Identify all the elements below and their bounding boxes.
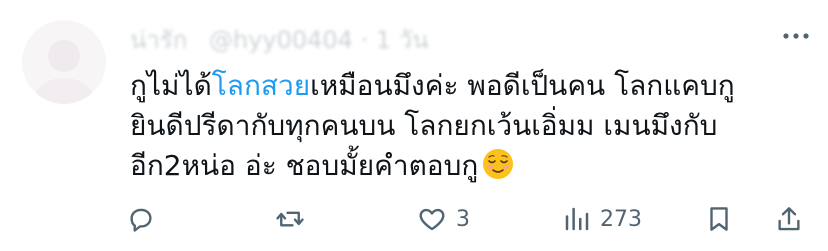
share-icon	[778, 207, 800, 231]
retweet-button[interactable]	[274, 198, 314, 240]
tweet-text-segment: อีก2หน่อ อ่ะ ชอบมั้ยคำตอบกู	[130, 149, 479, 182]
like-button[interactable]: 3	[416, 198, 470, 240]
heart-icon	[419, 208, 445, 231]
tweet-text-segment: กูไม่ได้	[130, 69, 212, 102]
tweet-header: น่ารัก @hyy00404 · 1 วัน	[130, 24, 828, 58]
views-chart-icon	[565, 207, 589, 231]
tweet-text-line-2: ยินดีปรีดากับทุกคนบน โลกยกเว้นเอิ่มม เมน…	[130, 109, 718, 142]
reply-button[interactable]	[126, 198, 164, 240]
like-count: 3	[456, 206, 470, 232]
tweet-time[interactable]: 1 วัน	[376, 26, 429, 54]
tweet-text-link[interactable]: โลกสวย	[212, 69, 310, 102]
tweet-text-line-1: กูไม่ได้โลกสวยเหมือนมึงค่ะ พอดีเป็นคน โล…	[130, 66, 810, 106]
more-dots-icon	[783, 33, 809, 39]
tweet-text-segment: เหมือนมึงค่ะ พอดีเป็นคน โลกแคบกู	[310, 69, 735, 102]
avatar[interactable]	[22, 20, 106, 104]
share-button[interactable]	[774, 198, 804, 240]
tweet-text-line-3: อีก2หน่อ อ่ะ ชอบมั้ยคำตอบกู	[130, 146, 810, 191]
retweet-icon	[276, 211, 304, 227]
author-handle[interactable]: @hyy00404	[209, 26, 353, 54]
bookmark-icon	[710, 207, 728, 231]
tweet-text: กูไม่ได้โลกสวยเหมือนมึงค่ะ พอดีเป็นคน โล…	[130, 66, 810, 191]
relieved-face-emoji	[482, 148, 514, 191]
views-count: 273	[600, 206, 642, 232]
bookmark-button[interactable]	[704, 198, 734, 240]
more-options-button[interactable]	[778, 18, 814, 54]
author-name[interactable]: น่ารัก	[130, 26, 187, 54]
views-button[interactable]: 273	[562, 198, 642, 240]
tweet-actions: 3 273	[126, 198, 816, 240]
separator-dot: ·	[360, 26, 369, 54]
reply-icon	[130, 208, 152, 232]
